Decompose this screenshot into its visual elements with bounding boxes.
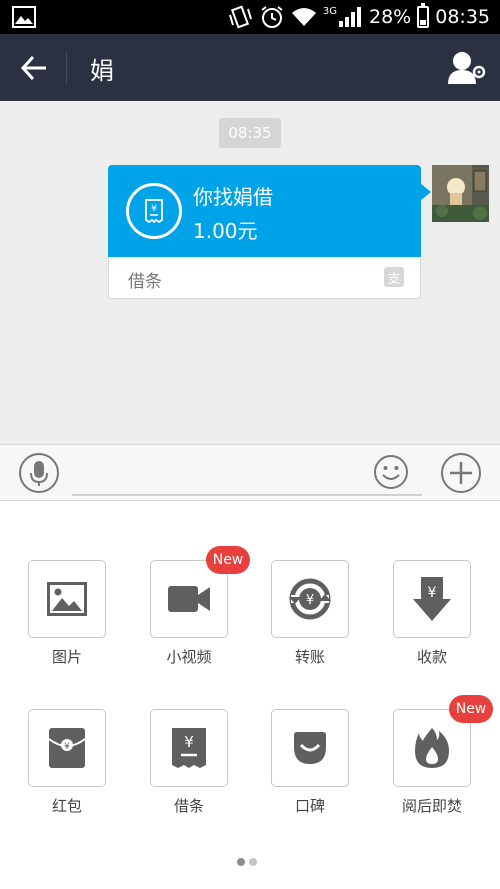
clock-time: 08:35 (435, 6, 490, 28)
loan-card-footer: 借条 支 (108, 257, 421, 299)
page-indicator (237, 858, 257, 866)
svg-text:¥: ¥ (184, 733, 194, 751)
alarm-icon (261, 6, 283, 28)
panel-item-label: 阅后即焚 (401, 797, 462, 815)
svg-text:¥: ¥ (306, 593, 314, 608)
panel-item-image[interactable]: 图片 (28, 560, 108, 670)
svg-text:¥: ¥ (428, 585, 437, 601)
status-bar: 3G 28% 08:35 (0, 0, 500, 34)
smiley-icon[interactable] (373, 454, 409, 490)
svg-text:¥: ¥ (151, 204, 157, 214)
panel-item-iou[interactable]: ¥ 借条 (150, 709, 230, 819)
loan-title: 你找娟借 (193, 185, 273, 209)
title-divider (66, 52, 67, 84)
koubei-icon (271, 709, 349, 787)
panel-item-label: 转账 (294, 648, 325, 666)
panel-item-transfer[interactable]: ¥ 转账 (271, 560, 351, 670)
battery-percent: 28% (369, 6, 412, 28)
panel-item-label: 小视频 (166, 648, 212, 666)
panel-item-label: 红包 (51, 797, 82, 815)
avatar[interactable] (432, 165, 489, 222)
chat-area[interactable]: 08:35 ¥ 你找娟借 1.00元 借条 支 (0, 101, 500, 444)
title-bar: 娟 (0, 34, 500, 101)
receipt-icon: ¥ (126, 183, 182, 239)
battery-icon (417, 3, 430, 28)
receive-money-icon: ¥ (393, 560, 471, 638)
image-icon (28, 560, 106, 638)
loan-card-header: ¥ 你找娟借 1.00元 (108, 165, 421, 257)
message-input[interactable] (72, 494, 422, 496)
panel-item-red-envelope[interactable]: ¥ 红包 (28, 709, 108, 819)
receipt-icon: ¥ (150, 709, 228, 787)
panel-item-label: 收款 (416, 648, 447, 666)
panel-item-receive[interactable]: ¥ 收款 (393, 560, 473, 670)
red-envelope-icon: ¥ (28, 709, 106, 787)
input-bar (0, 444, 500, 501)
panel-item-koubei[interactable]: 口碑 (271, 709, 351, 819)
panel-item-label: 借条 (173, 797, 204, 815)
new-badge: New (206, 546, 250, 574)
bubble-tail (420, 183, 431, 201)
gallery-icon (12, 6, 36, 28)
plus-icon (450, 462, 472, 484)
more-options-button[interactable] (441, 453, 481, 493)
voice-input-button[interactable] (19, 453, 59, 493)
loan-amount: 1.00元 (193, 219, 258, 243)
alipay-icon: 支 (384, 267, 404, 287)
loan-message-card[interactable]: ¥ 你找娟借 1.00元 借条 支 (108, 165, 431, 299)
panel-item-label: 图片 (51, 648, 82, 666)
network-type: 3G (322, 5, 337, 17)
page-title: 娟 (90, 57, 114, 85)
message-timestamp: 08:35 (219, 118, 281, 148)
new-badge: New (449, 695, 493, 723)
page-dot-active[interactable] (237, 858, 245, 866)
function-panel: 图片 New 小视频 ¥ 转账 ¥ 收款 ¥ 红包 ¥ 借条 口碑 New 阅后… (0, 501, 500, 889)
svg-text:¥: ¥ (64, 742, 70, 752)
microphone-icon (30, 461, 48, 486)
panel-item-video[interactable]: New 小视频 (150, 546, 250, 670)
panel-item-burn-after-reading[interactable]: New 阅后即焚 (393, 695, 493, 819)
signal-icon (339, 7, 361, 27)
panel-item-label: 口碑 (294, 797, 325, 815)
user-settings-icon[interactable] (446, 50, 486, 86)
back-arrow-icon[interactable] (20, 54, 48, 82)
loan-type-label: 借条 (128, 272, 162, 292)
vibrate-icon (228, 5, 252, 29)
page-dot[interactable] (249, 858, 257, 866)
transfer-icon: ¥ (271, 560, 349, 638)
wifi-icon (291, 8, 316, 26)
